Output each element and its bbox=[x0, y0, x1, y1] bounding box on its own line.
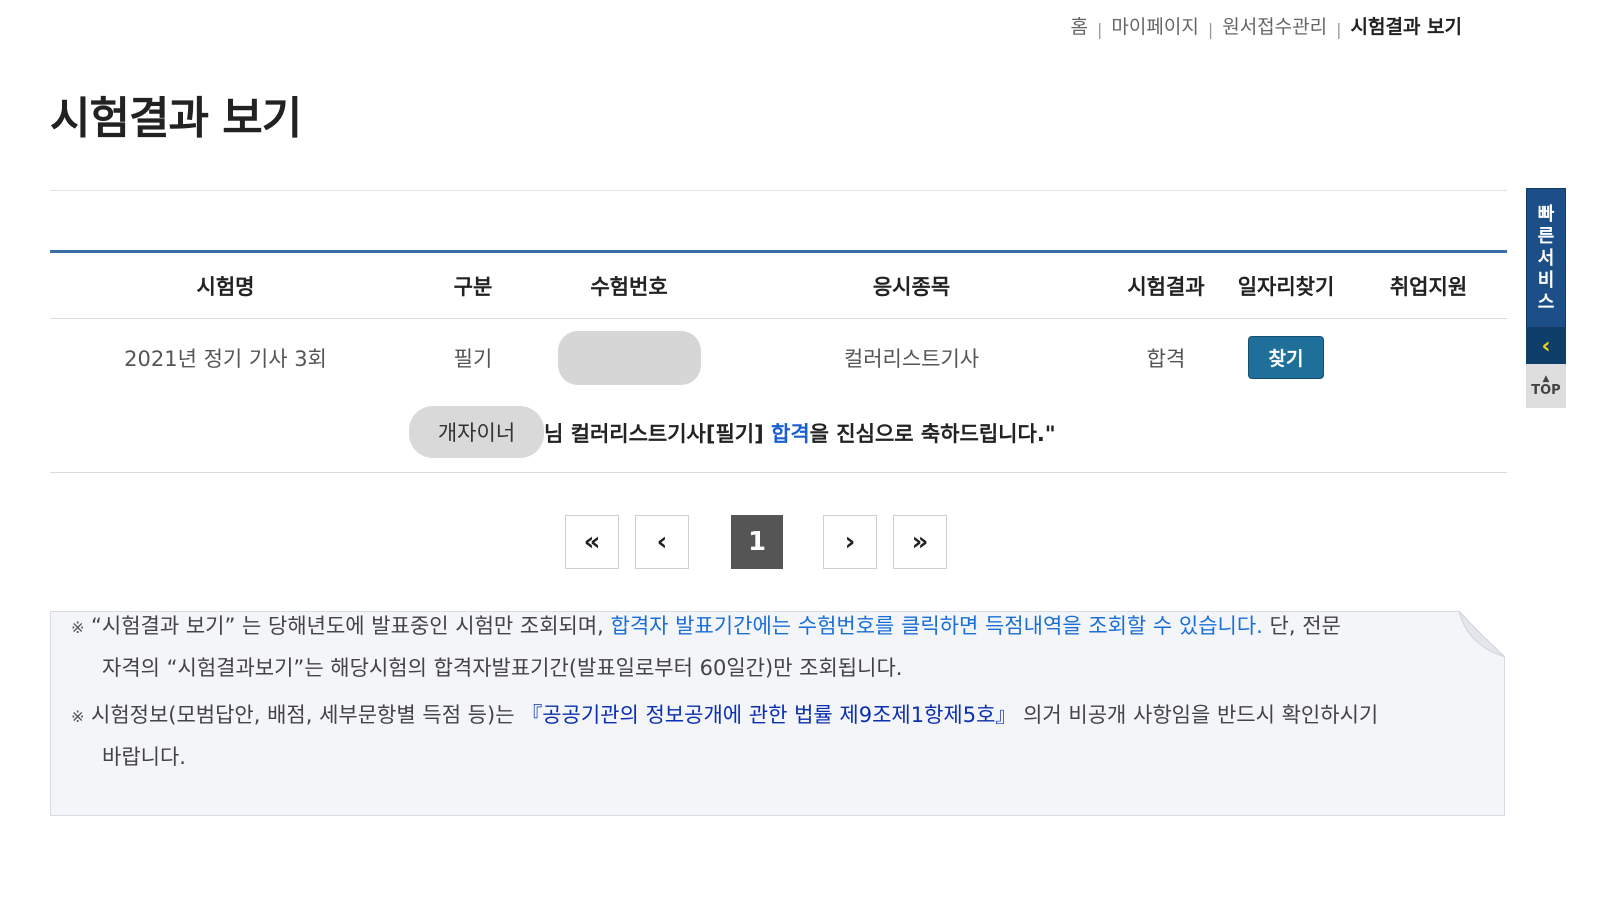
quick-service-bar: 빠 른 서 비 스 ‹ ▲ TOP bbox=[1526, 188, 1566, 408]
quick-label-char: 서 bbox=[1537, 248, 1555, 269]
scroll-top-button[interactable]: ▲ TOP bbox=[1526, 364, 1566, 408]
breadcrumb-mypage[interactable]: 마이페이지 bbox=[1111, 12, 1198, 39]
header-employment-support: 취업지원 bbox=[1350, 251, 1507, 319]
top-label: TOP bbox=[1531, 383, 1561, 398]
reference-mark-icon: ※ bbox=[71, 618, 85, 637]
breadcrumb-application-management[interactable]: 원서접수관리 bbox=[1222, 12, 1327, 39]
cell-employment-support bbox=[1350, 319, 1507, 397]
page-title: 시험결과 보기 bbox=[50, 93, 302, 144]
notice-2-line2: 바랍니다. bbox=[102, 745, 186, 769]
notice-2-text: 시험정보(모범답안, 배점, 세부문항별 득점 등)는 bbox=[91, 703, 522, 727]
breadcrumb-separator: | bbox=[1207, 20, 1214, 39]
quick-label-char: 빠 bbox=[1537, 204, 1555, 225]
cell-exam-name: 2021년 정기 기사 3회 bbox=[124, 346, 327, 371]
cell-exam-number bbox=[545, 319, 713, 397]
cell-subject: 컬러리스트기사 bbox=[843, 346, 980, 371]
last-page-button[interactable]: » bbox=[893, 515, 947, 569]
header-job-search: 일자리찾기 bbox=[1222, 251, 1350, 319]
page-1-button[interactable]: 1 bbox=[731, 515, 783, 569]
table-row: 2021년 정기 기사 3회 필기 컬러리스트기사 합격 찾기 bbox=[50, 319, 1507, 397]
next-page-button[interactable]: › bbox=[823, 515, 877, 569]
header-type: 구분 bbox=[401, 251, 545, 319]
divider bbox=[50, 190, 1507, 191]
notice-item-1: ※ “시험결과 보기” 는 당해년도에 발표중인 시험만 조회되며, 합격자 발표… bbox=[71, 606, 1431, 688]
header-exam-number: 수험번호 bbox=[545, 251, 713, 319]
congratulation-message: 님 컬러리스트기사[필기] 합격을 진심으로 축하드립니다." bbox=[544, 418, 1056, 448]
cell-result: 합격 bbox=[1146, 346, 1186, 371]
chevron-left-icon[interactable]: ‹ bbox=[1526, 328, 1566, 364]
congratulation-row: 개자이너 님 컬러리스트기사[필기] 합격을 진심으로 축하드립니다." bbox=[50, 406, 1507, 473]
user-name-masked: 개자이너 bbox=[409, 406, 544, 458]
congrats-result: 합격 bbox=[771, 422, 810, 446]
page-curl-icon bbox=[1459, 611, 1505, 657]
reference-mark-icon: ※ bbox=[71, 707, 85, 726]
header-exam-name: 시험명 bbox=[50, 251, 401, 319]
notice-1-line2: 자격의 “시험결과보기”는 해당시험의 합격자발표기간(발표일로부터 60일간)… bbox=[102, 656, 903, 680]
quick-label-char: 스 bbox=[1537, 292, 1555, 313]
table-header-row: 시험명 구분 수험번호 응시종목 시험결과 일자리찾기 취업지원 bbox=[50, 251, 1507, 319]
notice-1-tail: 단, 전문 bbox=[1262, 614, 1341, 638]
quick-label-char: 비 bbox=[1537, 270, 1555, 291]
notice-1-highlight: 합격자 발표기간에는 수험번호를 클릭하면 득점내역을 조회할 수 있습니다. bbox=[610, 614, 1263, 638]
cell-type: 필기 bbox=[453, 346, 493, 371]
breadcrumb-separator: | bbox=[1336, 20, 1342, 39]
notice-1-text: “시험결과 보기” 는 당해년도에 발표중인 시험만 조회되며, bbox=[91, 614, 611, 638]
breadcrumb: 홈 | 마이페이지 | 원서접수관리 | 시험결과 보기 bbox=[1071, 12, 1462, 39]
header-subject: 응시종목 bbox=[713, 251, 1110, 319]
pagination: « ‹ 1 › » bbox=[0, 515, 1608, 571]
find-job-button[interactable]: 찾기 bbox=[1247, 336, 1325, 379]
breadcrumb-current: 시험결과 보기 bbox=[1350, 16, 1463, 38]
cell-job-search: 찾기 bbox=[1222, 319, 1350, 397]
first-page-button[interactable]: « bbox=[565, 515, 619, 569]
law-reference-link[interactable]: 『공공기관의 정보공개에 관한 법률 제9조제1항제5호』 bbox=[521, 703, 1016, 727]
exam-number-masked[interactable] bbox=[557, 330, 701, 385]
congrats-prefix: 님 컬러리스트기사[필기] bbox=[544, 422, 772, 446]
breadcrumb-separator: | bbox=[1097, 20, 1103, 39]
quick-label-char: 른 bbox=[1537, 226, 1555, 247]
congrats-suffix: 을 진심으로 축하드립니다." bbox=[809, 422, 1056, 446]
breadcrumb-home[interactable]: 홈 bbox=[1071, 12, 1088, 39]
header-result: 시험결과 bbox=[1110, 251, 1222, 319]
quick-service-label[interactable]: 빠 른 서 비 스 bbox=[1526, 188, 1566, 328]
result-table: 시험명 구분 수험번호 응시종목 시험결과 일자리찾기 취업지원 2021년 정… bbox=[50, 250, 1507, 396]
notice-item-2: ※ 시험정보(모범답안, 배점, 세부문항별 득점 등)는 『공공기관의 정보공개… bbox=[71, 695, 1431, 777]
prev-page-button[interactable]: ‹ bbox=[635, 515, 689, 569]
notice-box: ※ “시험결과 보기” 는 당해년도에 발표중인 시험만 조회되며, 합격자 발표… bbox=[50, 611, 1505, 816]
notice-2-tail: 의거 비공개 사항임을 반드시 확인하시기 bbox=[1016, 703, 1379, 727]
